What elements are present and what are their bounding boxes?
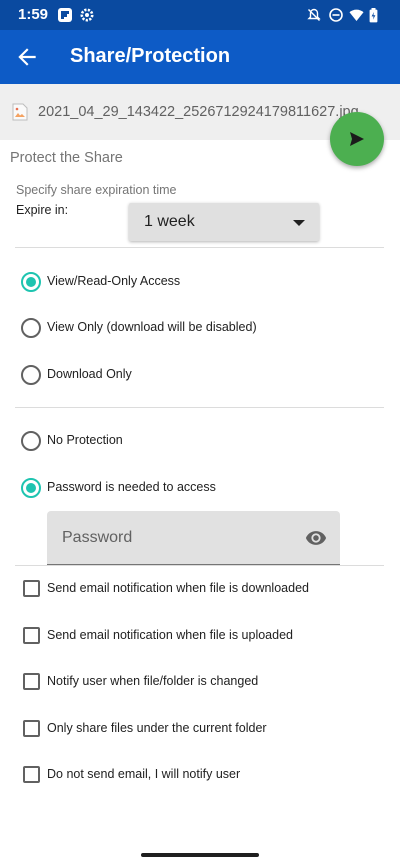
expire-dropdown[interactable]: 1 week [129,203,319,241]
radio-download-only[interactable]: Download Only [20,363,380,387]
password-input[interactable] [47,511,297,564]
radio-button[interactable] [21,318,41,338]
wifi-icon [349,8,364,22]
checkbox[interactable] [23,580,40,597]
gesture-nav-handle[interactable] [141,853,259,857]
flipboard-icon [58,8,72,22]
image-file-icon [12,103,28,121]
checkbox-label: Notify user when file/folder is changed [47,674,259,688]
radio-button[interactable] [21,272,41,292]
expire-value: 1 week [144,213,195,230]
file-name: 2021_04_29_143422_2526712924179811627.jp… [38,104,359,120]
divider [15,247,384,248]
radio-label: Download Only [47,367,132,381]
radio-button[interactable] [21,478,41,498]
checkbox[interactable] [23,766,40,783]
radio-label: Password is needed to access [47,480,216,494]
send-icon [350,132,364,146]
radio-view-read-only[interactable]: View/Read-Only Access [20,270,380,294]
checkbox[interactable] [23,673,40,690]
arrow-back-icon[interactable] [14,44,40,70]
page-title: Share/Protection [70,45,231,67]
divider [15,407,384,408]
expire-label: Expire in: [16,203,69,217]
app-bar: Share/Protection [0,30,400,84]
radio-password-protection[interactable]: Password is needed to access [20,476,380,500]
radio-label: View Only (download will be disabled) [47,320,257,334]
checkbox[interactable] [23,627,40,644]
status-time: 1:59 [18,6,49,23]
radio-no-protection[interactable]: No Protection [20,429,380,453]
radio-label: View/Read-Only Access [47,274,181,288]
do-not-disturb-icon [329,8,343,22]
checkbox-label: Send email notification when file is upl… [47,628,293,642]
divider [15,565,384,566]
radio-view-only[interactable]: View Only (download will be disabled) [20,316,380,340]
settings-gear-icon [80,8,94,22]
checkbox-label: Send email notification when file is dow… [47,581,309,595]
expire-hint: Specify share expiration time [16,183,177,197]
checkbox-label: Only share files under the current folde… [47,721,267,735]
send-share-button[interactable] [330,112,384,166]
checkbox-notify-upload[interactable]: Send email notification when file is upl… [20,624,380,648]
section-title-protect: Protect the Share [10,150,123,166]
password-field-container [47,511,340,565]
radio-label: No Protection [47,433,123,447]
radio-button[interactable] [21,431,41,451]
chevron-down-icon [293,220,305,226]
checkbox[interactable] [23,720,40,737]
eye-icon[interactable] [305,527,327,549]
checkbox-notify-change[interactable]: Notify user when file/folder is changed [20,670,380,694]
status-bar: 1:59 [0,0,400,30]
checkbox-no-email[interactable]: Do not send email, I will notify user [20,763,380,787]
battery-icon [369,8,378,23]
radio-button[interactable] [21,365,41,385]
checkbox-current-folder-only[interactable]: Only share files under the current folde… [20,717,380,741]
checkbox-label: Do not send email, I will notify user [47,767,241,781]
mute-icon [307,8,321,22]
checkbox-notify-download[interactable]: Send email notification when file is dow… [20,577,380,601]
